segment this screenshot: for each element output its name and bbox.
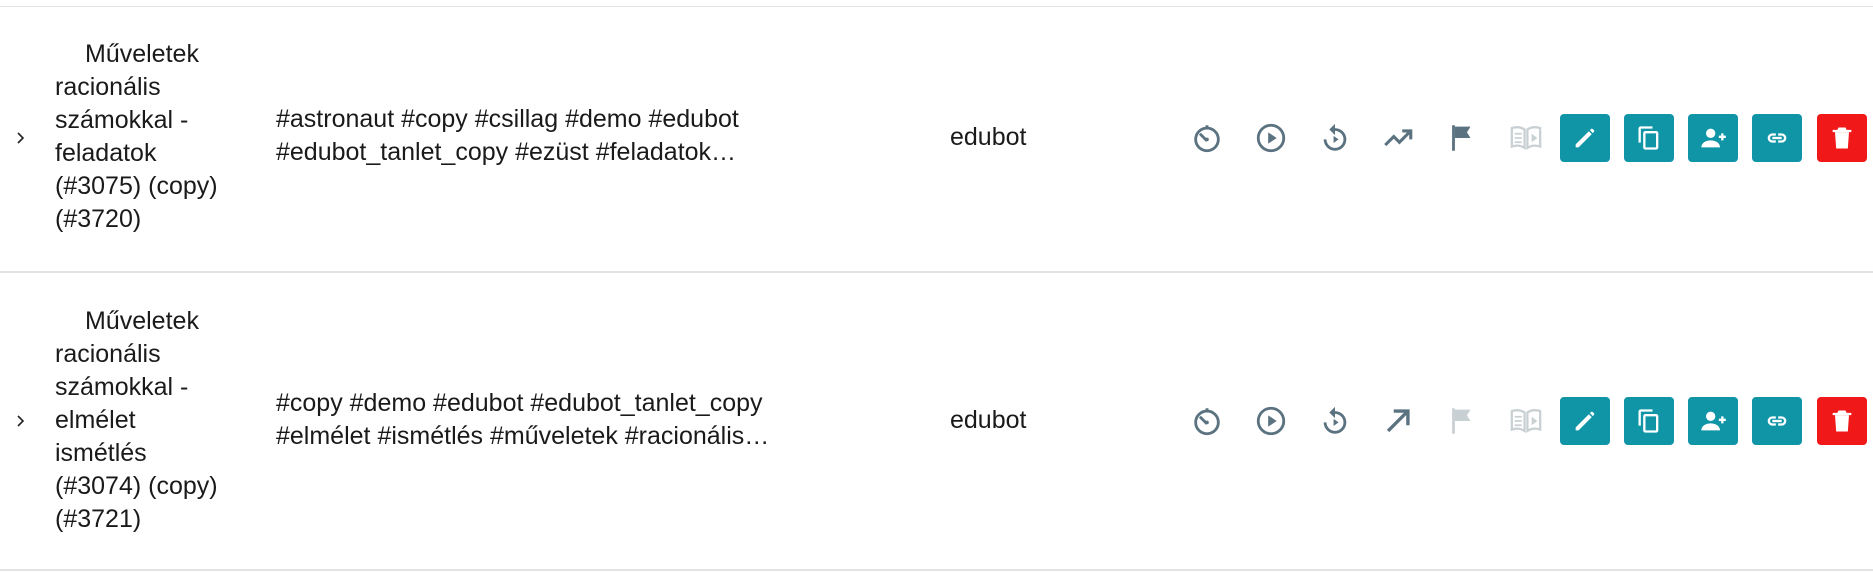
lesson-tags-line: #elmélet #ismétlés #műveletek #racionáli…: [276, 422, 770, 450]
flag-icon[interactable]: [1445, 121, 1479, 155]
copy-icon: [1635, 124, 1663, 152]
arrow-up-right-icon[interactable]: [1381, 404, 1415, 438]
lesson-title-line: (#3074) (copy): [55, 472, 218, 500]
timer-icon[interactable]: [1190, 121, 1224, 155]
book-play-icon: [1509, 404, 1543, 438]
edit-icon: [1571, 124, 1599, 152]
lesson-owner: edubot: [950, 406, 1027, 434]
delete-button[interactable]: [1817, 397, 1867, 445]
trending-up-icon[interactable]: [1381, 121, 1415, 155]
lesson-title-line: (#3721): [55, 505, 142, 533]
copy-icon: [1635, 407, 1663, 435]
edit-icon: [1571, 407, 1599, 435]
lesson-title-line: számokkal -: [55, 373, 189, 401]
lesson-title-line: (#3720): [55, 205, 142, 233]
lesson-title-line: Műveletek: [85, 307, 199, 335]
flag-icon: [1445, 404, 1479, 438]
lesson-title-line: elmélet: [55, 406, 136, 434]
play-circle-icon[interactable]: [1254, 121, 1288, 155]
lesson-title-line: (#3075) (copy): [55, 172, 218, 200]
link-button[interactable]: [1752, 114, 1802, 162]
timer-icon[interactable]: [1190, 404, 1224, 438]
lesson-title-line: Műveletek: [85, 40, 199, 68]
lesson-tags-line: #edubot_tanlet_copy #ezüst #feladatok…: [276, 138, 737, 166]
add-user-icon: [1699, 407, 1727, 435]
replay-icon[interactable]: [1318, 404, 1352, 438]
add-user-icon: [1699, 124, 1727, 152]
edit-button[interactable]: [1560, 114, 1610, 162]
book-play-icon: [1509, 121, 1543, 155]
add-user-button[interactable]: [1688, 114, 1738, 162]
link-button[interactable]: [1752, 397, 1802, 445]
table-top-divider: [0, 6, 1873, 7]
play-circle-icon[interactable]: [1254, 404, 1288, 438]
lesson-tags-line: #astronaut #copy #csillag #demo #edubot: [276, 105, 739, 133]
delete-button[interactable]: [1817, 114, 1867, 162]
copy-button[interactable]: [1624, 397, 1674, 445]
delete-icon: [1828, 407, 1856, 435]
lesson-owner: edubot: [950, 123, 1027, 151]
lesson-title-line: feladatok: [55, 139, 157, 167]
copy-button[interactable]: [1624, 114, 1674, 162]
lesson-title-line: számokkal -: [55, 106, 189, 134]
expand-row-chevron-icon[interactable]: [14, 414, 28, 428]
edit-button[interactable]: [1560, 397, 1610, 445]
lesson-title: Műveletek racionális számokkal - feladatok (…: [55, 38, 255, 236]
lesson-tags-line: #copy #demo #edubot #edubot_tanlet_copy: [276, 389, 763, 417]
lesson-title-line: racionális: [55, 340, 161, 368]
lesson-title-line: ismétlés: [55, 439, 147, 467]
expand-row-chevron-icon[interactable]: [14, 131, 28, 145]
add-user-button[interactable]: [1688, 397, 1738, 445]
delete-icon: [1828, 124, 1856, 152]
lesson-title-line: racionális: [55, 73, 161, 101]
row-divider: [0, 569, 1873, 571]
lesson-title: Műveletek racionális számokkal - elmélet ism…: [55, 305, 255, 536]
link-icon: [1763, 407, 1791, 435]
link-icon: [1763, 124, 1791, 152]
row-divider: [0, 271, 1873, 273]
replay-icon[interactable]: [1318, 121, 1352, 155]
lesson-tags: #astronaut #copy #csillag #demo #edubot #…: [276, 103, 836, 169]
lesson-tags: #copy #demo #edubot #edubot_tanlet_copy #…: [276, 387, 836, 453]
